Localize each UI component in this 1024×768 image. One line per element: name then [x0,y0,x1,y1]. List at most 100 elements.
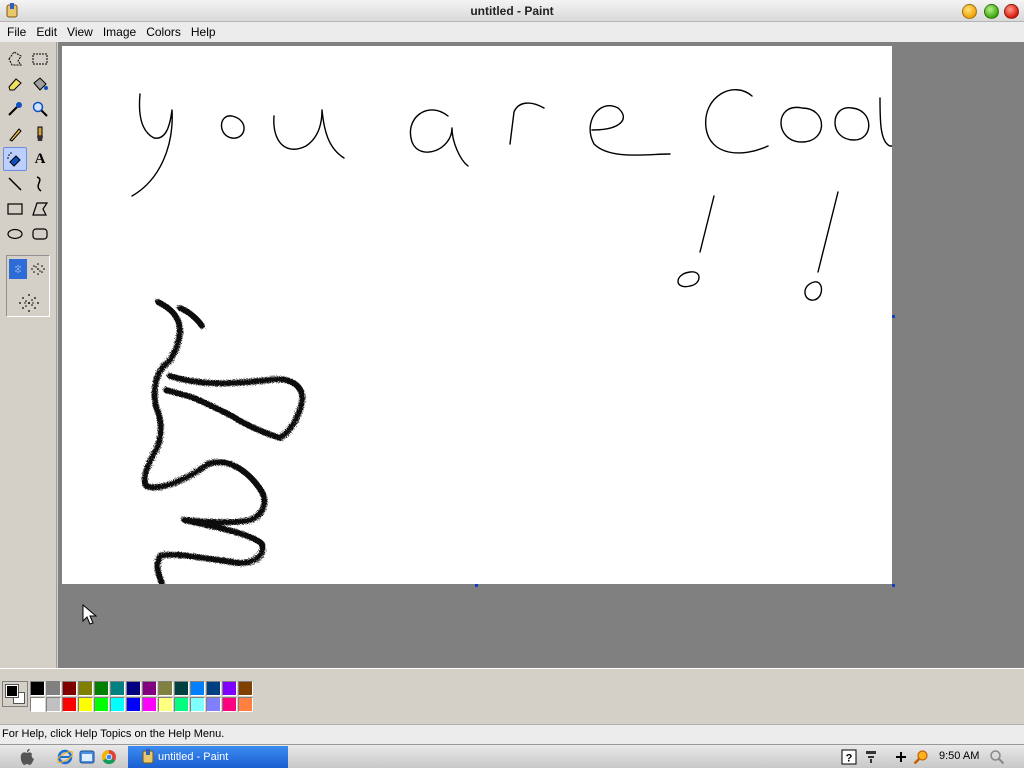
color-swatch-bottom-13[interactable] [238,697,253,712]
start-button[interactable] [18,748,36,766]
color-swatch-top-7[interactable] [142,681,157,696]
rounded-rect-icon [32,228,48,240]
window-title: untitled - Paint [470,4,554,18]
color-picker-icon [8,102,22,116]
eraser-tool[interactable] [3,72,27,96]
text-tool[interactable]: A [28,147,52,171]
chrome-launcher[interactable] [100,748,118,766]
rect-select-icon [32,53,48,65]
spray-size-medium[interactable] [29,259,47,279]
color-swatch-bottom-9[interactable] [174,697,189,712]
color-swatch-top-1[interactable] [46,681,61,696]
canvas-drawing [131,89,892,584]
help-icon: ? [841,749,857,765]
color-swatch-top-11[interactable] [206,681,221,696]
color-swatches [30,681,254,713]
close-button[interactable] [1004,4,1019,19]
toolbox: A [0,42,57,668]
network-tray-button[interactable] [862,748,880,766]
eraser-icon [8,78,22,91]
explorer-launcher[interactable] [78,748,96,766]
taskbar-paint-label: untitled - Paint [158,751,229,763]
color-swatch-bottom-5[interactable] [110,697,125,712]
ellipse-tool[interactable] [3,222,27,246]
menu-view[interactable]: View [62,23,98,41]
spray-size-small[interactable] [9,259,27,279]
spray-large-icon [19,294,39,312]
menu-help[interactable]: Help [186,23,221,41]
drawing-canvas[interactable] [62,46,892,584]
color-swatch-bottom-12[interactable] [222,697,237,712]
color-swatch-top-6[interactable] [126,681,141,696]
foreground-color-swatch[interactable] [5,684,19,698]
menu-colors[interactable]: Colors [141,23,186,41]
ellipse-icon [7,228,23,240]
taskbar: untitled - Paint ? 9:50 AM [0,744,1024,768]
color-swatch-bottom-10[interactable] [190,697,205,712]
magnifier-tool[interactable] [28,97,52,121]
color-swatch-top-9[interactable] [174,681,189,696]
add-tray-button[interactable] [892,748,910,766]
taskbar-paint-button[interactable]: untitled - Paint [128,746,288,768]
color-swatch-bottom-6[interactable] [126,697,141,712]
curve-tool[interactable] [28,172,52,196]
brush-tool[interactable] [28,122,52,146]
airbrush-tool[interactable] [3,147,27,171]
pencil-icon [9,128,22,142]
menu-file[interactable]: File [2,23,31,41]
color-swatch-top-8[interactable] [158,681,173,696]
line-tool[interactable] [3,172,27,196]
color-swatch-bottom-3[interactable] [78,697,93,712]
color-swatch-bottom-4[interactable] [94,697,109,712]
free-form-select-tool[interactable] [3,47,27,71]
color-swatch-bottom-11[interactable] [206,697,221,712]
search-icon [913,750,928,765]
status-help-text: For Help, click Help Topics on the Help … [2,728,225,740]
color-swatch-top-13[interactable] [238,681,253,696]
ie-launcher[interactable] [56,748,74,766]
resize-handle-corner[interactable] [892,584,895,587]
polygon-tool[interactable] [28,197,52,221]
mouse-cursor-icon [82,604,98,625]
title-bar[interactable]: untitled - Paint [0,0,1024,22]
menu-image[interactable]: Image [98,23,141,41]
color-swatch-top-10[interactable] [190,681,205,696]
fill-bucket-tool[interactable] [28,72,52,96]
current-colors[interactable] [2,681,28,707]
network-icon [866,751,876,763]
color-swatch-bottom-1[interactable] [46,697,61,712]
color-swatch-bottom-7[interactable] [142,697,157,712]
color-swatch-bottom-8[interactable] [158,697,173,712]
color-swatch-top-0[interactable] [30,681,45,696]
rect-select-tool[interactable] [28,47,52,71]
spotlight-button[interactable] [988,748,1006,766]
color-picker-tool[interactable] [3,97,27,121]
color-swatch-top-5[interactable] [110,681,125,696]
polygon-icon [32,202,49,216]
color-swatch-top-2[interactable] [62,681,77,696]
spray-medium-icon [31,263,45,275]
chrome-icon [101,749,116,765]
menu-edit[interactable]: Edit [31,23,62,41]
workspace [58,42,1024,668]
search-tray-button[interactable] [912,748,930,766]
menu-bar: File Edit View Image Colors Help [0,22,1024,42]
spray-small-icon [15,265,21,273]
help-tray-button[interactable]: ? [840,748,858,766]
airbrush-squiggle [141,299,306,584]
color-swatch-top-4[interactable] [94,681,109,696]
curve-icon [36,176,42,192]
maximize-button[interactable] [984,4,999,19]
brush-icon [37,126,43,141]
color-swatch-bottom-2[interactable] [62,697,77,712]
color-swatch-top-3[interactable] [78,681,93,696]
rectangle-tool[interactable] [3,197,27,221]
pencil-tool[interactable] [3,122,27,146]
resize-handle-right[interactable] [892,315,895,318]
color-swatch-bottom-0[interactable] [30,697,45,712]
color-swatch-top-12[interactable] [222,681,237,696]
rounded-rect-tool[interactable] [28,222,52,246]
resize-handle-bottom[interactable] [475,584,478,587]
minimize-button[interactable] [962,4,977,19]
spray-size-large[interactable] [17,292,41,314]
